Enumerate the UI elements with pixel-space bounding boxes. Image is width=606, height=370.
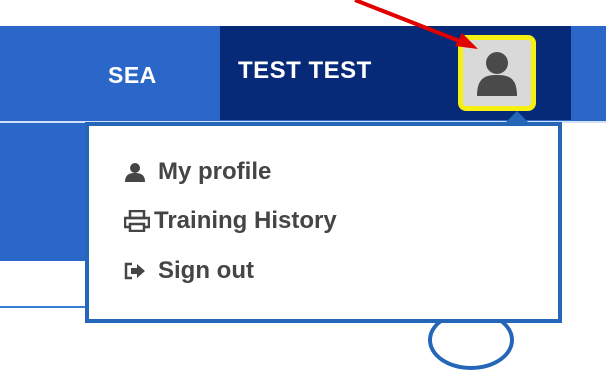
red-arrow-annotation	[354, 0, 478, 49]
